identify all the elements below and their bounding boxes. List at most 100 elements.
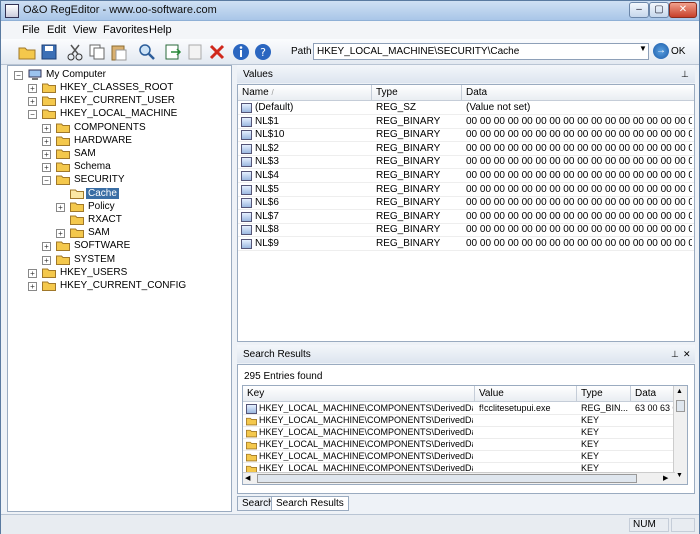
expand-icon[interactable]: + [42,150,51,159]
value-name: NL$2 [255,142,279,154]
value-name: NL$4 [255,170,279,181]
scroll-up-icon[interactable]: ▲ [676,388,685,398]
menu-bar: File Edit View Favorites Help [1,21,699,39]
search-result-row[interactable]: HKEY_LOCAL_MACHINE\COMPONENTS\DerivedDat… [243,403,675,415]
search-result-row[interactable]: HKEY_LOCAL_MACHINE\COMPONENTS\DerivedDat… [243,415,673,427]
value-row[interactable]: NL$8 REG_BINARY 00 00 00 00 00 00 00 00 00… [238,224,694,238]
search-icon[interactable] [137,42,157,62]
expand-icon[interactable]: + [42,255,51,265]
collapse-icon[interactable]: − [42,176,51,186]
value-data: 00 00 00 00 00 00 00 00 00 00 00 00 00 0… [466,170,692,181]
expand-icon[interactable]: + [42,123,51,133]
value-row[interactable]: NL$5 REG_BINARY 00 00 00 00 00 00 00 00 00… [238,183,694,197]
value-row[interactable]: NL$3 REG_BINARY 00 00 00 00 00 00 00 00 00… [238,156,694,170]
tree-label: HKEY_LOCAL_MACHINE [60,108,178,120]
paste-icon[interactable] [109,42,129,62]
chevron-down-icon[interactable]: ▼ [639,44,647,53]
value-data: 00 00 00 00 00 00 00 00 00 00 00 00 00 0… [466,183,692,195]
column-header-data[interactable]: Data [631,386,675,402]
save-icon[interactable] [39,42,59,62]
expand-icon[interactable]: + [28,84,37,93]
scroll-thumb[interactable] [676,400,685,412]
search-result-row[interactable]: HKEY_LOCAL_MACHINE\COMPONENTS\DerivedDat… [243,427,673,439]
registry-value-icon [241,184,252,195]
value-data: 00 00 00 00 00 00 00 00 00 00 00 00 00 0… [466,224,692,236]
registry-value-icon [241,157,252,168]
pin-icon[interactable]: ⊥ [681,69,689,80]
values-list: Name / Type Data (Default) REG_SZ (Value n… [237,84,695,342]
info-icon[interactable] [231,42,251,62]
column-header-value[interactable]: Value [475,386,577,402]
expand-icon[interactable]: + [42,242,51,252]
value-name: (Default) [255,102,294,113]
column-header-key[interactable]: Key [243,386,475,402]
menu-favorites[interactable]: Favorites [103,24,148,36]
column-header-type[interactable]: Type [372,85,462,101]
menu-edit[interactable]: Edit [47,24,66,36]
tab-search-results[interactable]: Search Results [271,496,349,511]
expand-icon[interactable]: + [42,136,51,146]
close-icon[interactable]: ✕ [683,349,691,360]
expand-icon[interactable]: + [28,268,37,278]
value-row[interactable]: NL$9 REG_BINARY 00 00 00 00 00 00 00 00 00… [238,238,694,251]
maximize-button[interactable]: ▢ [649,2,669,18]
new-folder-icon[interactable] [17,42,37,62]
column-header-type[interactable]: Type [577,386,631,402]
collapse-icon[interactable]: − [28,110,37,120]
result-key: HKEY_LOCAL_MACHINE\COMPONENTS\DerivedDat… [259,439,473,449]
value-name: NL$3 [255,156,279,168]
value-row[interactable]: (Default) REG_SZ (Value not set) [238,102,694,115]
delete-icon[interactable] [207,42,227,62]
path-input[interactable]: HKEY_LOCAL_MACHINE\SECURITY\Cache [313,43,649,60]
tree-label: Policy [88,200,115,212]
status-cell-empty [671,518,695,532]
value-row[interactable]: NL$10 REG_BINARY 00 00 00 00 00 00 00 00 0… [238,129,694,143]
value-type: REG_BINARY [376,183,441,195]
search-results-table: Key Value Type Data HKEY_LOCAL_MACHINE\C… [242,385,688,485]
pin-icon[interactable]: ⊥ [671,349,679,360]
expand-icon[interactable]: + [42,163,51,173]
value-row[interactable]: NL$7 REG_BINARY 00 00 00 00 00 00 00 00 00… [238,211,694,224]
scroll-right-icon[interactable]: ▶ [663,474,668,482]
sort-icon: / [271,88,274,97]
expand-icon[interactable]: + [56,202,65,212]
scroll-left-icon[interactable]: ◀ [245,474,250,482]
horizontal-scrollbar[interactable]: ◀ ▶ [243,472,675,484]
expand-icon[interactable]: + [28,97,37,107]
folder-icon [246,441,257,450]
column-header-data[interactable]: Data [462,85,694,101]
value-row[interactable]: NL$1 REG_BINARY 00 00 00 00 00 00 00 00 00… [238,116,694,129]
column-label: Name [242,87,269,98]
value-row[interactable]: NL$6 REG_BINARY 00 00 00 00 00 00 00 00 00… [238,197,694,211]
minimize-button[interactable]: – [629,2,649,18]
vertical-scrollbar[interactable]: ▲ ▼ [673,386,687,484]
scroll-down-icon[interactable]: ▼ [676,472,685,482]
ok-button[interactable]: OK [671,46,685,57]
blank-doc-icon[interactable] [185,42,205,62]
go-arrow-icon[interactable]: → [653,43,669,59]
collapse-icon[interactable]: − [14,71,23,80]
folder-icon [56,241,70,252]
app-icon [5,4,19,18]
expand-icon[interactable]: + [56,229,65,239]
cut-icon[interactable] [65,42,85,62]
result-key: HKEY_LOCAL_MACHINE\COMPONENTS\DerivedDat… [259,451,473,461]
close-button[interactable]: ✕ [669,2,697,18]
menu-file[interactable]: File [22,24,40,36]
help-icon[interactable]: ? [253,42,273,62]
copy-icon[interactable] [87,42,107,62]
scroll-thumb[interactable] [257,474,637,483]
search-result-row[interactable]: HKEY_LOCAL_MACHINE\COMPONENTS\DerivedDat… [243,439,673,451]
window-title: O&O RegEditor - www.oo-software.com [23,4,217,16]
tree-label: SAM [74,148,96,159]
search-results: 295 Entries found Key Value Type Data HK… [237,364,695,494]
expand-icon[interactable]: + [28,282,37,291]
menu-view[interactable]: View [73,24,97,36]
value-row[interactable]: NL$4 REG_BINARY 00 00 00 00 00 00 00 00 00… [238,170,694,183]
column-header-name[interactable]: Name / [238,85,372,101]
export-icon[interactable] [163,42,183,62]
value-type: REG_BINARY [376,197,441,209]
search-result-row[interactable]: HKEY_LOCAL_MACHINE\COMPONENTS\DerivedDat… [243,451,673,463]
value-row[interactable]: NL$2 REG_BINARY 00 00 00 00 00 00 00 00 00… [238,142,694,156]
menu-help[interactable]: Help [149,24,172,36]
